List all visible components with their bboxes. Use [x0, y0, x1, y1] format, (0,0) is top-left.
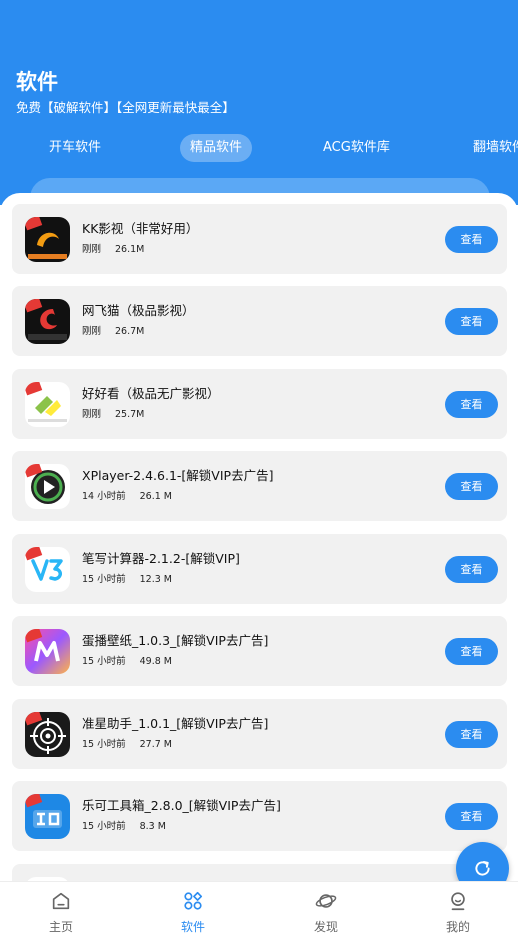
- refresh-icon: [475, 860, 490, 876]
- nav-profile[interactable]: 我的: [418, 890, 498, 938]
- nav-software[interactable]: 软件: [153, 890, 233, 938]
- update-time: 15 小时前: [82, 821, 126, 832]
- tab-acg-software[interactable]: ACG软件库: [313, 134, 400, 162]
- file-size: 26.1M: [115, 244, 145, 255]
- list-item[interactable]: 好好看（极品无广影视） 刚刚 25.7M 查看: [12, 369, 507, 439]
- view-button[interactable]: 查看: [445, 308, 498, 335]
- nav-software-label: 软件: [180, 920, 205, 934]
- kk-video-icon: [25, 217, 70, 262]
- calculator-v3-icon: [25, 547, 70, 592]
- update-time: 14 小时前: [82, 491, 126, 502]
- view-button[interactable]: 查看: [445, 638, 498, 665]
- app-name: 笔写计算器-2.1.2-[解锁VIP]: [82, 551, 240, 566]
- content-sheet: KK影视（非常好用） 刚刚 26.1M 查看 网飞猫（极品影视） 刚刚 26.7M …: [0, 193, 518, 939]
- list-item[interactable]: XPlayer-2.4.6.1-[解锁VIP去广告] 14 小时前 26.1 M …: [12, 451, 507, 521]
- file-size: 12.3 M: [139, 574, 172, 585]
- profile-icon: [451, 892, 465, 911]
- xplayer-icon: [25, 464, 70, 509]
- category-tabs: 开车软件 精品软件 ACG软件库 翻墙软件: [0, 134, 518, 164]
- netflix-cat-icon: [25, 299, 70, 344]
- nav-discover[interactable]: 发现: [286, 890, 366, 938]
- nav-home[interactable]: 主页: [21, 890, 101, 938]
- list-item[interactable]: 网飞猫（极品影视） 刚刚 26.7M 查看: [12, 286, 507, 356]
- app-meta: 15 小时前 27.7 M: [82, 736, 172, 750]
- nav-profile-label: 我的: [445, 920, 470, 934]
- file-size: 25.7M: [115, 409, 145, 420]
- app-name: 乐可工具箱_2.8.0_[解锁VIP去广告]: [82, 798, 281, 813]
- leke-toolbox-icon: [25, 794, 70, 839]
- app-meta: 14 小时前 26.1 M: [82, 488, 172, 502]
- update-time: 刚刚: [82, 326, 102, 337]
- file-size: 27.7 M: [139, 739, 172, 750]
- app-name: 准星助手_1.0.1_[解锁VIP去广告]: [82, 716, 269, 731]
- app-meta: 刚刚 25.7M: [82, 406, 144, 420]
- app-name: 网飞猫（极品影视）: [82, 303, 195, 318]
- update-time: 刚刚: [82, 244, 102, 255]
- app-name: KK影视（非常好用）: [82, 221, 199, 236]
- file-size: 8.3 M: [139, 821, 166, 832]
- list-item[interactable]: 乐可工具箱_2.8.0_[解锁VIP去广告] 15 小时前 8.3 M 查看: [12, 781, 507, 851]
- list-item[interactable]: KK影视（非常好用） 刚刚 26.1M 查看: [12, 204, 507, 274]
- view-button[interactable]: 查看: [445, 473, 498, 500]
- haohaokan-icon: [25, 382, 70, 427]
- file-size: 26.1 M: [139, 491, 172, 502]
- list-item[interactable]: 蛋播壁纸_1.0.3_[解锁VIP去广告] 15 小时前 49.8 M 查看: [12, 616, 507, 686]
- nav-home-label: 主页: [48, 920, 73, 934]
- view-button[interactable]: 查看: [445, 803, 498, 830]
- app-meta: 15 小时前 8.3 M: [82, 818, 166, 832]
- apps-grid-icon: [184, 891, 203, 910]
- list-item[interactable]: 准星助手_1.0.1_[解锁VIP去广告] 15 小时前 27.7 M 查看: [12, 699, 507, 769]
- view-button[interactable]: 查看: [445, 226, 498, 253]
- file-size: 26.7M: [115, 326, 145, 337]
- update-time: 15 小时前: [82, 656, 126, 667]
- planet-icon: [315, 894, 337, 908]
- file-size: 49.8 M: [139, 656, 172, 667]
- app-name: XPlayer-2.4.6.1-[解锁VIP去广告]: [82, 468, 274, 483]
- header-banner: 软件 免费【破解软件】【全网更新最快最全】 开车软件 精品软件 ACG软件库 翻…: [0, 0, 518, 218]
- update-time: 15 小时前: [82, 574, 126, 585]
- update-time: 15 小时前: [82, 739, 126, 750]
- page-subtitle: 免费【破解软件】【全网更新最快最全】: [16, 100, 235, 115]
- app-name: 蛋播壁纸_1.0.3_[解锁VIP去广告]: [82, 633, 269, 648]
- tab-driving-software[interactable]: 开车软件: [39, 134, 111, 162]
- home-icon: [52, 892, 70, 910]
- nav-discover-label: 发现: [313, 920, 338, 934]
- app-meta: 15 小时前 49.8 M: [82, 653, 172, 667]
- view-button[interactable]: 查看: [445, 721, 498, 748]
- tab-premium-software[interactable]: 精品软件: [180, 134, 253, 162]
- update-time: 刚刚: [82, 409, 102, 420]
- list-item[interactable]: 笔写计算器-2.1.2-[解锁VIP] 15 小时前 12.3 M 查看: [12, 534, 507, 604]
- bottom-nav: 主页 软件 发现 我的: [0, 881, 518, 939]
- tab-vpn-software[interactable]: 翻墙软件: [463, 134, 518, 162]
- app-meta: 15 小时前 12.3 M: [82, 571, 172, 585]
- app-meta: 刚刚 26.1M: [82, 241, 144, 255]
- app-name: 好好看（极品无广影视）: [82, 386, 220, 401]
- view-button[interactable]: 查看: [445, 391, 498, 418]
- crosshair-icon: [25, 712, 70, 757]
- page-title: 软件: [16, 70, 58, 94]
- app-meta: 刚刚 26.7M: [82, 323, 144, 337]
- wallpaper-icon: [25, 629, 70, 674]
- view-button[interactable]: 查看: [445, 556, 498, 583]
